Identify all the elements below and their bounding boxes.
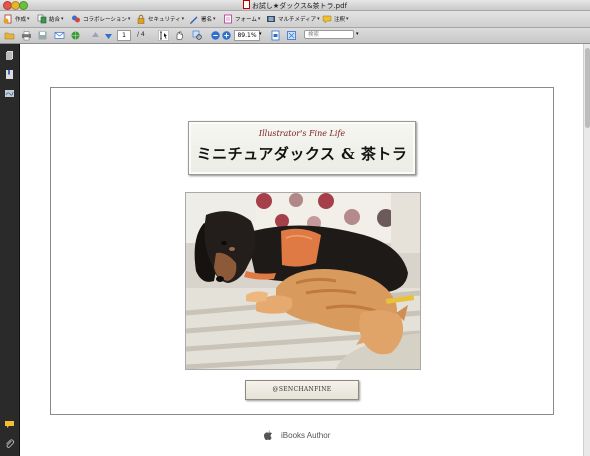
- ibooks-author-footer: iBooks Author: [263, 429, 330, 441]
- multimedia-menu-label: マルチメディア: [278, 17, 317, 23]
- multimedia-menu-button[interactable]: マルチメディア ▾: [266, 13, 320, 25]
- document-view[interactable]: Illustrator's Fine Life ミニチュアダックス & 茶トラ: [20, 44, 583, 456]
- create-pdf-icon: [3, 14, 12, 24]
- attachments-paperclip-icon[interactable]: [4, 438, 15, 449]
- print-icon[interactable]: [21, 30, 32, 41]
- create-menu-label: 作成: [15, 17, 27, 23]
- fit-page-icon[interactable]: [270, 30, 281, 41]
- security-menu-label: セキュリティ: [148, 17, 181, 23]
- sign-menu-label: 署名: [201, 17, 213, 23]
- comment-menu-button[interactable]: 注釈 ▾: [322, 13, 349, 25]
- zoom-in-icon[interactable]: [221, 30, 232, 41]
- pdf-file-icon: [242, 0, 250, 9]
- form-icon: [224, 14, 232, 24]
- task-toolbar: 作成 ▾ 結合 ▾ コラボレーション ▾ セキュリティ ▾ 署名 ▾ フォーム ▾ マルチメ…: [0, 11, 590, 28]
- comment-icon: [322, 15, 332, 24]
- form-menu-button[interactable]: フォーム ▾: [223, 13, 260, 25]
- save-disk-icon[interactable]: [37, 30, 48, 41]
- bookmarks-icon[interactable]: [4, 69, 15, 80]
- share-globe-icon[interactable]: [70, 30, 81, 41]
- author-handle-card: @SENCHANFINE: [245, 380, 359, 400]
- lock-icon: [137, 14, 145, 24]
- dog-and-cat-illustration: [186, 193, 420, 369]
- collaboration-menu-label: コラボレーション: [83, 17, 127, 23]
- book-title: ミニチュアダックス & 茶トラ: [196, 145, 408, 163]
- form-menu-label: フォーム: [235, 17, 257, 23]
- combine-menu-button[interactable]: 結合 ▾: [37, 13, 64, 25]
- window-title: お試し★ダックス&茶トラ.pdf: [0, 0, 590, 11]
- signatures-icon[interactable]: [4, 88, 15, 99]
- marquee-zoom-icon[interactable]: [192, 30, 203, 41]
- search-input[interactable]: 検索: [304, 30, 354, 39]
- cover-photo-dog-and-cat: [185, 192, 421, 370]
- zoom-dropdown-arrow-icon[interactable]: ▾: [259, 31, 262, 37]
- page-total: / 4: [137, 31, 145, 38]
- sign-menu-button[interactable]: 署名 ▾: [189, 13, 216, 25]
- book-subtitle: Illustrator's Fine Life: [258, 129, 346, 138]
- zoom-out-icon[interactable]: [210, 30, 221, 41]
- window-title-text: お試し★ダックス&茶トラ.pdf: [251, 2, 348, 10]
- combine-menu-label: 結合: [49, 17, 61, 23]
- email-icon[interactable]: [54, 30, 65, 41]
- next-page-icon[interactable]: [103, 30, 114, 41]
- open-folder-icon[interactable]: [4, 30, 15, 41]
- create-menu-button[interactable]: 作成 ▾: [3, 13, 30, 25]
- zoom-level-field[interactable]: 89.1%: [234, 30, 260, 41]
- page-number-input[interactable]: 1: [117, 30, 131, 41]
- vertical-scrollbar[interactable]: [583, 44, 590, 456]
- collaboration-menu-button[interactable]: コラボレーション ▾: [71, 13, 130, 25]
- security-menu-button[interactable]: セキュリティ ▾: [136, 13, 184, 25]
- window-titlebar: お試し★ダックス&茶トラ.pdf: [0, 0, 590, 11]
- navigation-panel: [0, 44, 20, 456]
- comment-menu-label: 注釈: [334, 17, 346, 23]
- book-title-card: Illustrator's Fine Life ミニチュアダックス & 茶トラ: [188, 121, 416, 175]
- pen-icon: [190, 16, 198, 24]
- select-text-cursor-icon[interactable]: [158, 30, 169, 41]
- combine-icon: [37, 14, 47, 24]
- apple-logo-icon: [264, 429, 272, 440]
- search-dropdown-arrow-icon[interactable]: ▾: [356, 31, 359, 37]
- hand-tool-icon[interactable]: [174, 30, 185, 41]
- page-thumbnails-icon[interactable]: [4, 50, 15, 61]
- navigation-toolbar: 1 / 4 89.1% ▾ 検索 ▾: [0, 28, 590, 44]
- scrollbar-thumb[interactable]: [585, 48, 590, 128]
- full-screen-icon[interactable]: [286, 30, 297, 41]
- previous-page-icon[interactable]: [90, 30, 101, 41]
- ibooks-author-label: iBooks Author: [281, 430, 331, 440]
- film-icon: [267, 16, 275, 22]
- collaboration-icon: [72, 15, 80, 23]
- cover-page-frame: Illustrator's Fine Life ミニチュアダックス & 茶トラ: [50, 87, 554, 415]
- comments-panel-icon[interactable]: [4, 419, 15, 430]
